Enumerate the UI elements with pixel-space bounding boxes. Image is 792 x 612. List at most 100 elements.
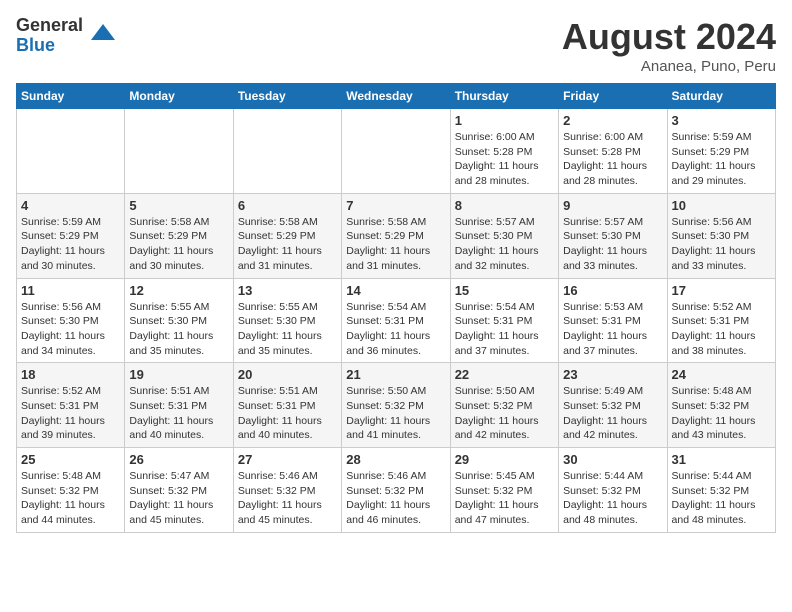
day-info: Sunrise: 5:54 AM Sunset: 5:31 PM Dayligh… [455,300,554,359]
logo-general-text: General [16,16,83,36]
header-friday: Friday [559,84,667,109]
calendar-week-4: 25Sunrise: 5:48 AM Sunset: 5:32 PM Dayli… [17,448,776,533]
day-number: 2 [563,113,662,128]
day-number: 22 [455,367,554,382]
day-info: Sunrise: 5:53 AM Sunset: 5:31 PM Dayligh… [563,300,662,359]
table-row [125,109,233,194]
day-info: Sunrise: 5:52 AM Sunset: 5:31 PM Dayligh… [21,384,120,443]
table-row: 18 Sunrise: 5:52 AM Sunset: 5:31 PM Dayli… [17,363,125,448]
table-row [233,109,341,194]
day-number: 11 [21,283,120,298]
day-number: 24 [672,367,771,382]
day-number: 12 [129,283,228,298]
calendar-week-0: 1 Sunrise: 6:00 AM Sunset: 5:28 PM Daylig… [17,109,776,194]
day-info: Sunrise: 5:54 AM Sunset: 5:31 PM Dayligh… [346,300,445,359]
calendar-table: Sunday Monday Tuesday Wednesday Thursday… [16,83,776,533]
day-info: Sunrise: 5:49 AM Sunset: 5:32 PM Dayligh… [563,384,662,443]
table-row: 22 Sunrise: 5:50 AM Sunset: 5:32 PM Dayli… [450,363,558,448]
day-info: Sunrise: 6:00 AM Sunset: 5:28 PM Dayligh… [455,130,554,189]
weekday-row: Sunday Monday Tuesday Wednesday Thursday… [17,84,776,109]
table-row: 24Sunrise: 5:48 AM Sunset: 5:32 PM Dayli… [667,363,775,448]
day-number: 18 [21,367,120,382]
day-number: 28 [346,452,445,467]
day-info: Sunrise: 5:47 AM Sunset: 5:32 PM Dayligh… [129,469,228,528]
table-row: 13Sunrise: 5:55 AM Sunset: 5:30 PM Dayli… [233,278,341,363]
table-row: 14 Sunrise: 5:54 AM Sunset: 5:31 PM Dayli… [342,278,450,363]
month-title: August 2024 [562,16,776,58]
day-info: Sunrise: 5:52 AM Sunset: 5:31 PM Dayligh… [672,300,771,359]
table-row: 6Sunrise: 5:58 AM Sunset: 5:29 PM Daylig… [233,193,341,278]
day-number: 7 [346,198,445,213]
day-number: 17 [672,283,771,298]
table-row: 30 Sunrise: 5:44 AM Sunset: 5:32 PM Dayli… [559,448,667,533]
day-info: Sunrise: 5:45 AM Sunset: 5:32 PM Dayligh… [455,469,554,528]
day-number: 19 [129,367,228,382]
day-number: 14 [346,283,445,298]
day-info: Sunrise: 5:56 AM Sunset: 5:30 PM Dayligh… [21,300,120,359]
table-row: 28 Sunrise: 5:46 AM Sunset: 5:32 PM Dayli… [342,448,450,533]
table-row [17,109,125,194]
day-info: Sunrise: 5:51 AM Sunset: 5:31 PM Dayligh… [238,384,337,443]
day-info: Sunrise: 5:57 AM Sunset: 5:30 PM Dayligh… [455,215,554,274]
table-row: 17 Sunrise: 5:52 AM Sunset: 5:31 PM Dayli… [667,278,775,363]
table-row: 15 Sunrise: 5:54 AM Sunset: 5:31 PM Dayli… [450,278,558,363]
day-info: Sunrise: 5:48 AM Sunset: 5:32 PM Dayligh… [21,469,120,528]
day-number: 20 [238,367,337,382]
day-info: Sunrise: 5:46 AM Sunset: 5:32 PM Dayligh… [238,469,337,528]
table-row: 16Sunrise: 5:53 AM Sunset: 5:31 PM Dayli… [559,278,667,363]
day-number: 10 [672,198,771,213]
title-block: August 2024 Ananea, Puno, Peru [562,16,776,75]
table-row: 27 Sunrise: 5:46 AM Sunset: 5:32 PM Dayli… [233,448,341,533]
day-info: Sunrise: 5:44 AM Sunset: 5:32 PM Dayligh… [563,469,662,528]
day-info: Sunrise: 5:59 AM Sunset: 5:29 PM Dayligh… [21,215,120,274]
table-row: 21 Sunrise: 5:50 AM Sunset: 5:32 PM Dayli… [342,363,450,448]
header-saturday: Saturday [667,84,775,109]
header-monday: Monday [125,84,233,109]
day-number: 9 [563,198,662,213]
table-row: 25Sunrise: 5:48 AM Sunset: 5:32 PM Dayli… [17,448,125,533]
table-row: 4Sunrise: 5:59 AM Sunset: 5:29 PM Daylig… [17,193,125,278]
day-number: 23 [563,367,662,382]
table-row: 7 Sunrise: 5:58 AM Sunset: 5:29 PM Daylig… [342,193,450,278]
day-info: Sunrise: 6:00 AM Sunset: 5:28 PM Dayligh… [563,130,662,189]
day-info: Sunrise: 5:58 AM Sunset: 5:29 PM Dayligh… [346,215,445,274]
table-row: 10 Sunrise: 5:56 AM Sunset: 5:30 PM Dayli… [667,193,775,278]
day-info: Sunrise: 5:56 AM Sunset: 5:30 PM Dayligh… [672,215,771,274]
table-row: 20 Sunrise: 5:51 AM Sunset: 5:31 PM Dayli… [233,363,341,448]
table-row: 1 Sunrise: 6:00 AM Sunset: 5:28 PM Daylig… [450,109,558,194]
calendar-week-3: 18 Sunrise: 5:52 AM Sunset: 5:31 PM Dayli… [17,363,776,448]
table-row: 5 Sunrise: 5:58 AM Sunset: 5:29 PM Daylig… [125,193,233,278]
day-info: Sunrise: 5:55 AM Sunset: 5:30 PM Dayligh… [238,300,337,359]
table-row: 3Sunrise: 5:59 AM Sunset: 5:29 PM Daylig… [667,109,775,194]
day-info: Sunrise: 5:51 AM Sunset: 5:31 PM Dayligh… [129,384,228,443]
day-number: 26 [129,452,228,467]
day-number: 21 [346,367,445,382]
day-number: 30 [563,452,662,467]
table-row: 11 Sunrise: 5:56 AM Sunset: 5:30 PM Dayli… [17,278,125,363]
header-tuesday: Tuesday [233,84,341,109]
day-number: 6 [238,198,337,213]
day-number: 5 [129,198,228,213]
table-row: 29 Sunrise: 5:45 AM Sunset: 5:32 PM Dayli… [450,448,558,533]
day-info: Sunrise: 5:57 AM Sunset: 5:30 PM Dayligh… [563,215,662,274]
table-row: 23 Sunrise: 5:49 AM Sunset: 5:32 PM Dayli… [559,363,667,448]
calendar-header: Sunday Monday Tuesday Wednesday Thursday… [17,84,776,109]
day-number: 15 [455,283,554,298]
day-number: 29 [455,452,554,467]
logo-blue-text: Blue [16,36,83,56]
day-number: 27 [238,452,337,467]
day-number: 1 [455,113,554,128]
day-info: Sunrise: 5:50 AM Sunset: 5:32 PM Dayligh… [346,384,445,443]
day-info: Sunrise: 5:50 AM Sunset: 5:32 PM Dayligh… [455,384,554,443]
header-wednesday: Wednesday [342,84,450,109]
calendar-week-1: 4Sunrise: 5:59 AM Sunset: 5:29 PM Daylig… [17,193,776,278]
day-number: 31 [672,452,771,467]
table-row: 9 Sunrise: 5:57 AM Sunset: 5:30 PM Daylig… [559,193,667,278]
table-row: 19 Sunrise: 5:51 AM Sunset: 5:31 PM Dayli… [125,363,233,448]
day-number: 3 [672,113,771,128]
day-info: Sunrise: 5:44 AM Sunset: 5:32 PM Dayligh… [672,469,771,528]
table-row: 26 Sunrise: 5:47 AM Sunset: 5:32 PM Dayli… [125,448,233,533]
table-row [342,109,450,194]
day-info: Sunrise: 5:46 AM Sunset: 5:32 PM Dayligh… [346,469,445,528]
day-info: Sunrise: 5:58 AM Sunset: 5:29 PM Dayligh… [129,215,228,274]
